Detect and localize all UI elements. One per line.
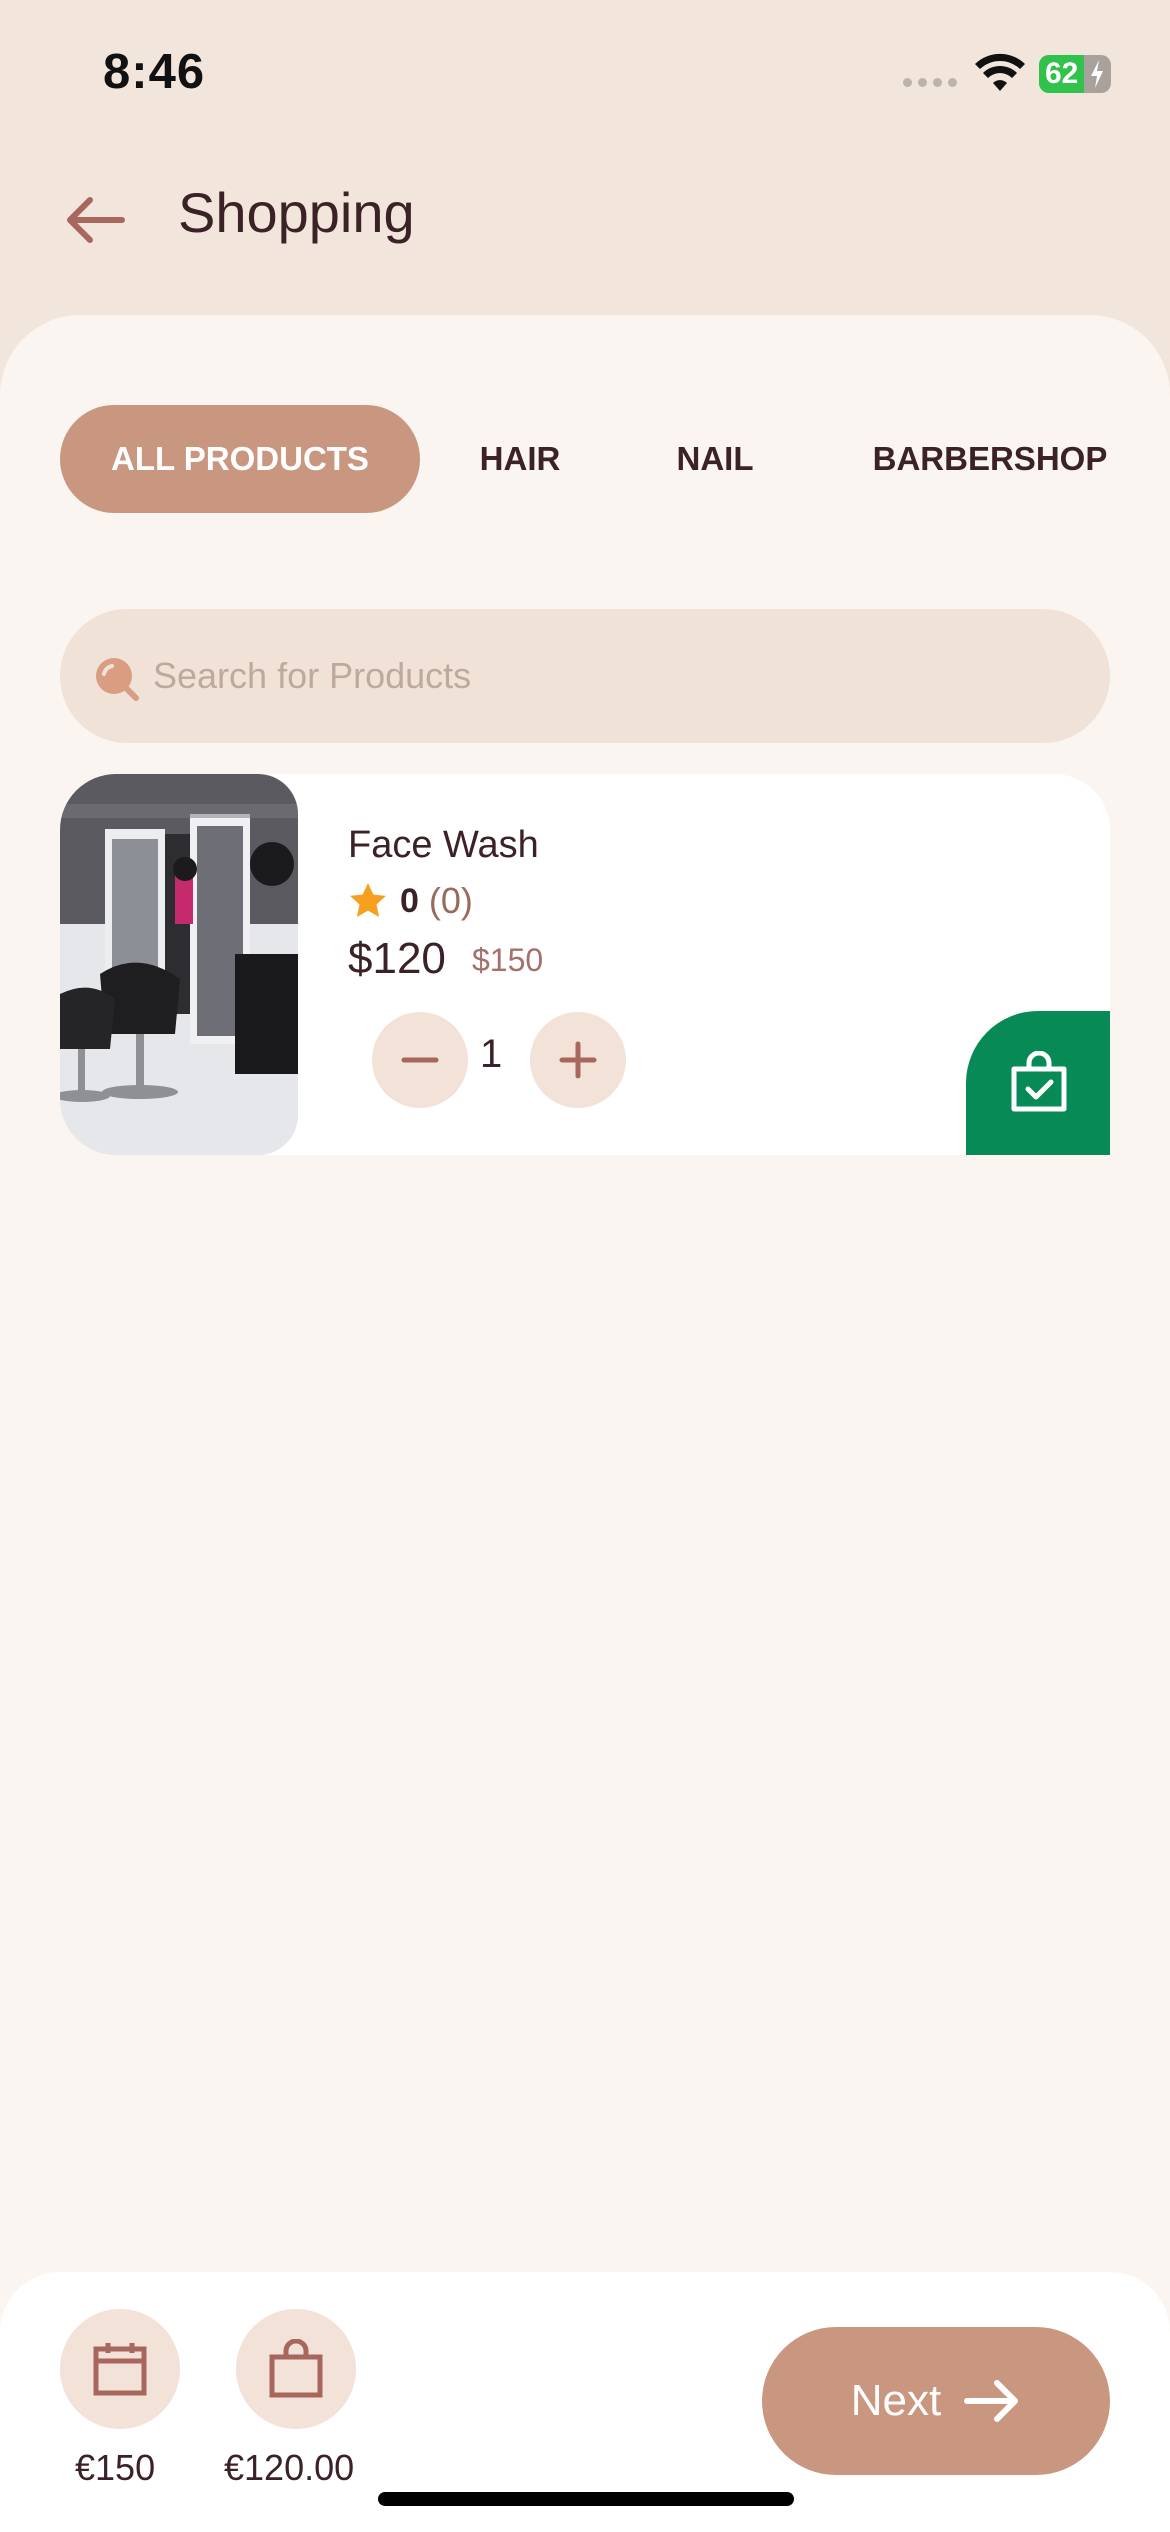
tab-hair[interactable]: HAIR — [460, 405, 580, 513]
shopping-screen: 8:46 62 Shopping ALL PRODUCTS HAIR NAIL … — [0, 0, 1170, 2532]
tab-label: NAIL — [676, 440, 754, 477]
tab-barbershop[interactable]: BARBERSHOP — [860, 405, 1120, 513]
plus-icon — [559, 1041, 597, 1079]
rating-value: 0 — [400, 881, 419, 920]
tab-nail[interactable]: NAIL — [660, 405, 770, 513]
calendar-icon — [93, 2343, 147, 2396]
search-icon — [96, 658, 139, 701]
tab-label: HAIR — [479, 440, 561, 477]
status-bar: 8:46 62 — [0, 0, 1170, 140]
back-arrow-icon[interactable] — [60, 190, 130, 250]
product-price: $120 — [348, 934, 446, 983]
star-icon — [350, 883, 386, 917]
quantity-value: 1 — [480, 1032, 503, 1076]
salon-photo — [60, 774, 298, 1155]
product-rating: 0 (0) — [348, 880, 473, 922]
shopping-bag-icon — [269, 2339, 323, 2398]
search-bar[interactable] — [60, 609, 1110, 743]
category-tabs: ALL PRODUCTS HAIR NAIL BARBERSHOP — [60, 405, 1120, 513]
content-panel: ALL PRODUCTS HAIR NAIL BARBERSHOP Search… — [0, 315, 1170, 2532]
product-image[interactable] — [60, 774, 298, 1155]
tab-all-products[interactable]: ALL PRODUCTS — [60, 405, 420, 513]
battery-level: 62 — [1045, 57, 1079, 90]
battery-icon: 62 — [1039, 55, 1111, 93]
booking-total: €150 — [75, 2447, 156, 2488]
minus-icon — [401, 1057, 439, 1063]
product-card[interactable]: Face Wash 0 (0) $120 $150 1 — [60, 774, 1110, 1155]
shopping-bag-check-icon — [1011, 1051, 1067, 1112]
add-to-cart-button[interactable] — [966, 1011, 1110, 1155]
products-total: €120.00 — [224, 2447, 355, 2488]
product-old-price: $150 — [472, 942, 544, 978]
home-indicator[interactable] — [378, 2492, 794, 2506]
product-name[interactable]: Face Wash — [348, 824, 539, 867]
tab-label: ALL PRODUCTS — [111, 440, 369, 477]
decrease-quantity-button[interactable] — [372, 1012, 468, 1108]
cellular-signal-icon — [903, 78, 957, 87]
tab-label: BARBERSHOP — [872, 440, 1108, 477]
products-summary-button[interactable] — [236, 2309, 356, 2429]
status-time: 8:46 — [103, 45, 206, 99]
increase-quantity-button[interactable] — [530, 1012, 626, 1108]
next-button[interactable]: Next — [762, 2327, 1110, 2475]
search-input[interactable] — [153, 609, 1053, 743]
arrow-right-icon — [964, 2380, 1019, 2422]
booking-summary-button[interactable] — [60, 2309, 180, 2429]
next-label: Next — [850, 2376, 942, 2425]
rating-count: (0) — [428, 880, 473, 921]
wifi-icon — [975, 53, 1025, 91]
charging-bolt-icon — [1091, 60, 1103, 88]
page-title: Shopping — [178, 181, 415, 244]
